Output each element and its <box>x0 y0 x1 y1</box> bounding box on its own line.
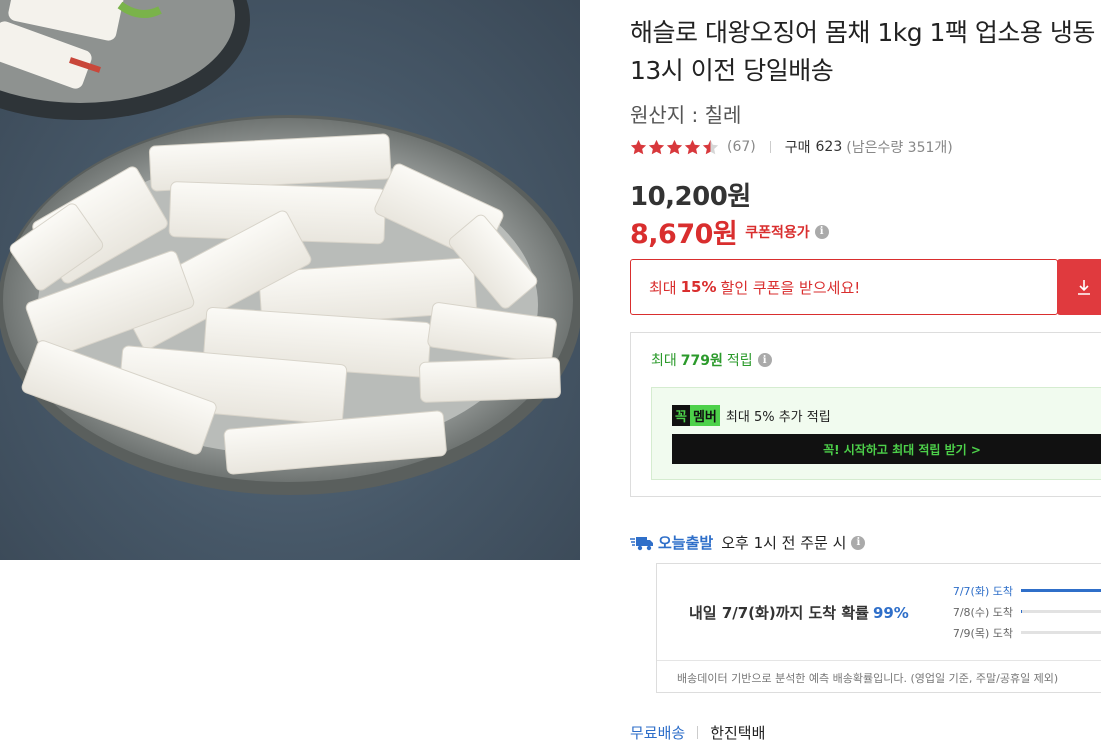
divider <box>697 726 699 739</box>
origin-label: 원산지 : 칠레 <box>630 103 742 127</box>
arrival-probability: 99% <box>872 604 909 622</box>
info-icon[interactable]: i <box>814 224 829 239</box>
divider <box>769 141 771 153</box>
member-badge-label: 멤버 <box>689 405 720 426</box>
member-signup-button[interactable]: 꼭! 시작하고 최대 적립 받기 > <box>672 434 1101 464</box>
today-dispatch-label: 오늘출발 <box>658 534 714 552</box>
star-icon <box>684 139 701 154</box>
star-icon <box>648 139 665 154</box>
purchase-label: 구매 <box>784 140 811 156</box>
points-box: 최대 779원 적립 i 꼭 멤버 최대 5% 추가 적립 꼭! 시작하고 최대… <box>630 332 1101 497</box>
star-icon <box>630 139 647 154</box>
arrival-estimate: 내일 7/7(화)까지 도착 확률 99% <box>689 602 909 623</box>
stock-remaining: (남은수량 351개) <box>846 140 953 156</box>
original-price: 10,200원 <box>630 182 751 212</box>
sale-price-row: 8,670원 쿠폰적용가 i <box>630 212 829 251</box>
today-delivery-row: 오늘출발 오후 1시 전 주문 시 i <box>630 532 866 553</box>
arrival-estimate-box: 내일 7/7(화)까지 도착 확률 99% 7/7(화) 도착 7/8(수) 도착… <box>656 563 1101 693</box>
info-icon[interactable]: i <box>757 353 772 367</box>
member-benefit: 최대 5% 추가 적립 <box>725 410 831 425</box>
coupon-banner[interactable]: 최대 15% 할인 쿠폰을 받으세요! <box>630 259 1058 315</box>
download-icon <box>1078 280 1090 295</box>
arrival-day-label: 7/7(화) 도착 <box>952 584 1013 598</box>
divider <box>657 660 1101 661</box>
coupon-download-button[interactable] <box>1057 259 1101 315</box>
points-amount: 779원 <box>680 353 723 369</box>
purchase-count: 623 <box>815 139 843 155</box>
arrival-day-item: 7/8(수) 도착 <box>946 601 1101 622</box>
coupon-text: 할인 쿠폰을 받으세요! <box>720 278 861 297</box>
product-title: 해슬로 대왕오징어 몸채 1kg 1팩 업소용 냉동 오징어채 13시 이전 당… <box>630 18 1101 85</box>
arrival-day-bar <box>1021 610 1101 613</box>
member-header: 꼭 멤버 최대 5% 추가 적립 <box>672 405 831 426</box>
star-rating[interactable] <box>630 139 719 156</box>
dispatch-condition: 오후 1시 전 주문 시 <box>721 534 847 552</box>
squid-strips-photo <box>0 0 580 495</box>
coupon-applied-label: 쿠폰적용가 <box>745 224 810 241</box>
shipping-row: 무료배송 한진택배 <box>630 722 765 743</box>
points-prefix: 최대 <box>651 353 677 369</box>
free-shipping-label: 무료배송 <box>630 724 686 742</box>
star-icon <box>666 139 683 154</box>
truck-icon <box>630 536 653 550</box>
arrival-day-item: 7/7(화) 도착 <box>946 580 1101 601</box>
review-count-link[interactable]: (67) <box>727 139 756 155</box>
info-icon[interactable]: i <box>851 535 866 550</box>
arrival-estimate-text: 내일 7/7(화)까지 도착 확률 <box>689 604 869 622</box>
half-star-icon <box>702 139 719 154</box>
coupon-prefix: 최대 <box>649 278 677 297</box>
courier-name: 한진택배 <box>710 724 766 742</box>
arrival-day-bar <box>1021 589 1101 592</box>
sale-price: 8,670원 <box>630 219 738 250</box>
points-row: 최대 779원 적립 i <box>651 350 772 370</box>
arrival-day-bar <box>1021 631 1101 634</box>
points-label: 적립 <box>726 353 753 369</box>
arrival-day-label: 7/8(수) 도착 <box>952 605 1013 619</box>
arrival-distribution: 7/7(화) 도착 7/8(수) 도착 7/9(목) 도착 <box>946 580 1101 643</box>
arrival-day-bar-fill <box>1021 589 1101 592</box>
estimate-note: 배송데이터 기반으로 분석한 예측 배송확률입니다. (영업일 기준, 주말/공… <box>677 672 1059 685</box>
coupon-percent: 15% <box>680 278 717 296</box>
arrival-day-bar-fill <box>1021 610 1022 613</box>
member-badge: 꼭 <box>672 405 690 426</box>
member-promo-box: 꼭 멤버 최대 5% 추가 적립 꼭! 시작하고 최대 적립 받기 > <box>651 387 1101 480</box>
arrival-day-label: 7/9(목) 도착 <box>952 626 1013 640</box>
product-image[interactable] <box>0 0 580 560</box>
product-info-panel: 해슬로 대왕오징어 몸채 1kg 1팩 업소용 냉동 오징어채 13시 이전 당… <box>630 0 1101 753</box>
rating-row: (67) 구매 623 (남은수량 351개) <box>630 136 953 158</box>
arrival-day-item: 7/9(목) 도착 <box>946 622 1101 643</box>
